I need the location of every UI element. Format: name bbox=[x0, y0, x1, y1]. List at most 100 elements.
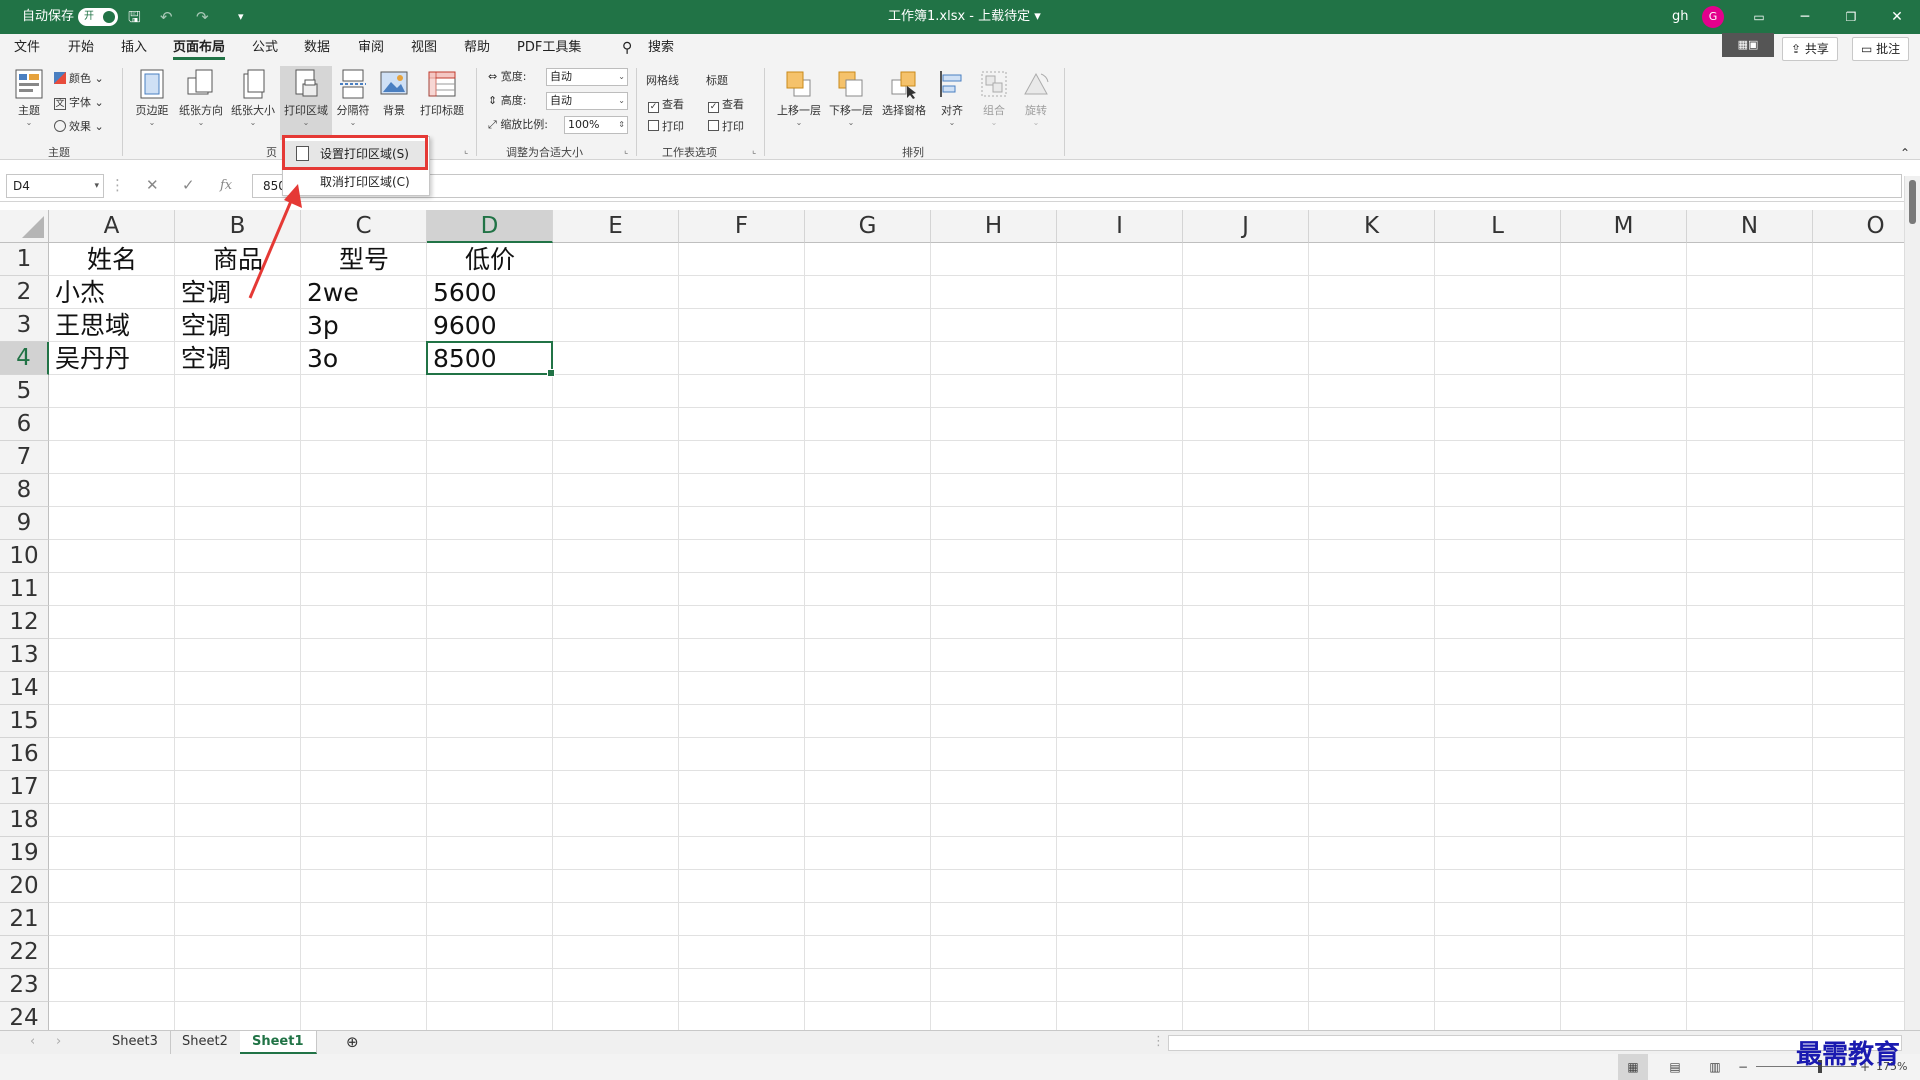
gridlines-print-checkbox[interactable]: 打印 bbox=[648, 118, 684, 134]
column-header-a[interactable]: A bbox=[49, 210, 175, 243]
sheet-tab-sheet3[interactable]: Sheet3 bbox=[100, 1031, 171, 1054]
column-header-e[interactable]: E bbox=[553, 210, 679, 243]
row-header-12[interactable]: 12 bbox=[0, 606, 49, 639]
comments-button[interactable]: ▭ 批注 bbox=[1852, 37, 1910, 61]
row-header-24[interactable]: 24 bbox=[0, 1002, 49, 1030]
cell-a4[interactable]: 吴丹丹 bbox=[49, 342, 175, 375]
column-header-c[interactable]: C bbox=[301, 210, 427, 243]
print-titles-button[interactable]: 打印标题 bbox=[416, 66, 468, 140]
row-header-19[interactable]: 19 bbox=[0, 837, 49, 870]
row-header-1[interactable]: 1 bbox=[0, 243, 49, 276]
next-sheet-icon[interactable]: › bbox=[44, 1031, 73, 1054]
horizontal-scrollbar[interactable] bbox=[1168, 1035, 1902, 1051]
save-icon[interactable]: 🖫 bbox=[128, 0, 141, 34]
cell-b3[interactable]: 空调 bbox=[175, 309, 301, 342]
scale-launcher-icon[interactable]: ⌞ bbox=[624, 146, 628, 156]
page-setup-launcher-icon[interactable]: ⌞ bbox=[464, 146, 468, 156]
ribbon-display-icon[interactable]: ▭ bbox=[1736, 0, 1782, 34]
effects-button[interactable]: 效果 ⌄ bbox=[54, 118, 104, 134]
scale-stepper[interactable]: 100% ⇕ bbox=[564, 116, 628, 134]
cancel-icon[interactable]: ✕ bbox=[146, 176, 159, 194]
enter-icon[interactable]: ✓ bbox=[182, 176, 195, 194]
row-header-7[interactable]: 7 bbox=[0, 441, 49, 474]
row-header-4[interactable]: 4 bbox=[0, 342, 49, 375]
row-header-8[interactable]: 8 bbox=[0, 474, 49, 507]
worksheet-grid[interactable]: ABCDEFGHIJKLMNO 1 2 3 4 5 6 7 8 9 10 11 12 13 14 15 16 1… bbox=[0, 210, 1904, 1030]
row-header-22[interactable]: 22 bbox=[0, 936, 49, 969]
column-header-d[interactable]: D bbox=[427, 210, 553, 243]
rotate-button[interactable]: 旋转 ⌄ bbox=[1018, 66, 1054, 140]
normal-view-icon[interactable]: ▦ bbox=[1618, 1054, 1648, 1080]
row-header-17[interactable]: 17 bbox=[0, 771, 49, 804]
gridlines-view-checkbox[interactable]: ✓ 查看 bbox=[648, 96, 684, 113]
row-header-21[interactable]: 21 bbox=[0, 903, 49, 936]
row-header-23[interactable]: 23 bbox=[0, 969, 49, 1002]
margins-button[interactable]: 页边距 ⌄ bbox=[132, 66, 172, 140]
row-header-6[interactable]: 6 bbox=[0, 408, 49, 441]
sheet-tab-sheet2[interactable]: Sheet2 bbox=[170, 1031, 241, 1054]
undo-icon[interactable]: ↶ bbox=[160, 0, 173, 34]
row-header-13[interactable]: 13 bbox=[0, 639, 49, 672]
row-header-5[interactable]: 5 bbox=[0, 375, 49, 408]
cell-a2[interactable]: 小杰 bbox=[49, 276, 175, 309]
height-select[interactable]: 自动 ⌄ bbox=[546, 92, 628, 110]
tab-data[interactable]: 数据 bbox=[304, 34, 330, 62]
page-layout-view-icon[interactable]: ▤ bbox=[1660, 1054, 1690, 1080]
row-header-16[interactable]: 16 bbox=[0, 738, 49, 771]
sheet-options-launcher-icon[interactable]: ⌞ bbox=[752, 146, 756, 156]
close-icon[interactable]: ✕ bbox=[1874, 0, 1920, 34]
column-header-o[interactable]: O bbox=[1813, 210, 1904, 243]
sheet-tab-sheet1[interactable]: Sheet1 bbox=[240, 1031, 317, 1054]
vertical-scrollbar[interactable] bbox=[1904, 176, 1920, 1030]
autosave-toggle[interactable]: 开 bbox=[78, 8, 118, 26]
page-size-button[interactable]: 纸张大小 ⌄ bbox=[228, 66, 278, 140]
background-button[interactable]: 背景 bbox=[376, 66, 412, 140]
cell-a3[interactable]: 王思域 bbox=[49, 309, 175, 342]
recording-icon[interactable]: ▦▣ bbox=[1722, 33, 1774, 57]
row-header-20[interactable]: 20 bbox=[0, 870, 49, 903]
row-header-14[interactable]: 14 bbox=[0, 672, 49, 705]
selection-pane-button[interactable]: 选择窗格 bbox=[878, 66, 930, 140]
column-header-m[interactable]: M bbox=[1561, 210, 1687, 243]
tab-help[interactable]: 帮助 bbox=[464, 34, 490, 62]
zoom-out-icon[interactable]: − bbox=[1738, 1054, 1748, 1080]
minimize-icon[interactable]: ─ bbox=[1782, 0, 1828, 34]
row-header-11[interactable]: 11 bbox=[0, 573, 49, 606]
group-button[interactable]: 组合 ⌄ bbox=[976, 66, 1012, 140]
cell-d3[interactable]: 9600 bbox=[427, 309, 553, 342]
cell-d1[interactable]: 低价 bbox=[427, 243, 553, 276]
column-header-j[interactable]: J bbox=[1183, 210, 1309, 243]
column-header-k[interactable]: K bbox=[1309, 210, 1435, 243]
send-backward-button[interactable]: 下移一层 ⌄ bbox=[826, 66, 876, 140]
tab-home[interactable]: 开始 bbox=[68, 34, 94, 62]
row-header-2[interactable]: 2 bbox=[0, 276, 49, 309]
row-header-9[interactable]: 9 bbox=[0, 507, 49, 540]
fonts-button[interactable]: 文字体 ⌄ bbox=[54, 94, 104, 110]
add-sheet-icon[interactable]: ⊕ bbox=[334, 1031, 371, 1054]
colors-button[interactable]: 颜色 ⌄ bbox=[54, 70, 104, 86]
collapse-ribbon-icon[interactable]: ⌃ bbox=[1900, 146, 1910, 160]
row-header-3[interactable]: 3 bbox=[0, 309, 49, 342]
tab-review[interactable]: 审阅 bbox=[358, 34, 384, 62]
column-header-g[interactable]: G bbox=[805, 210, 931, 243]
breaks-button[interactable]: 分隔符 ⌄ bbox=[334, 66, 372, 140]
prev-sheet-icon[interactable]: ‹ bbox=[18, 1031, 47, 1054]
themes-button[interactable]: 主题 ⌄ bbox=[8, 66, 50, 140]
tab-view[interactable]: 视图 bbox=[411, 34, 437, 62]
tab-insert[interactable]: 插入 bbox=[121, 34, 147, 62]
print-area-button[interactable]: 打印区域 ⌄ bbox=[280, 66, 332, 140]
cell-d2[interactable]: 5600 bbox=[427, 276, 553, 309]
headings-view-checkbox[interactable]: ✓ 查看 bbox=[708, 96, 744, 113]
orientation-button[interactable]: 纸张方向 ⌄ bbox=[176, 66, 226, 140]
name-box[interactable]: D4 ▾ bbox=[6, 174, 104, 198]
restore-icon[interactable]: ❐ bbox=[1828, 0, 1874, 34]
share-button[interactable]: ⇪ 共享 bbox=[1782, 37, 1838, 61]
select-all-button[interactable] bbox=[0, 210, 49, 243]
scrollbar-thumb[interactable] bbox=[1909, 180, 1916, 224]
window-title[interactable]: 工作簿1.xlsx - 上载待定 ▾ bbox=[888, 0, 1041, 34]
tab-pdf-tools[interactable]: PDF工具集 bbox=[517, 34, 581, 62]
column-header-h[interactable]: H bbox=[931, 210, 1057, 243]
bring-forward-button[interactable]: 上移一层 ⌄ bbox=[774, 66, 824, 140]
page-break-view-icon[interactable]: ▥ bbox=[1700, 1054, 1730, 1080]
column-header-i[interactable]: I bbox=[1057, 210, 1183, 243]
